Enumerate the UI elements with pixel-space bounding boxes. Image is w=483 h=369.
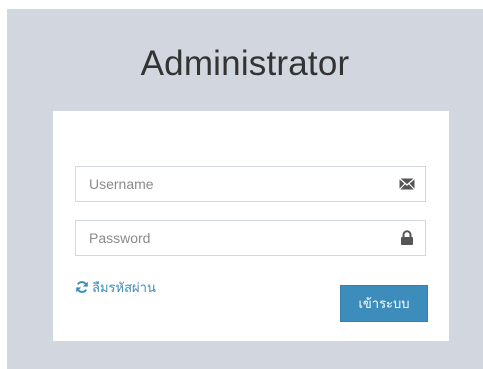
password-field[interactable]: [75, 220, 426, 256]
refresh-icon: [76, 281, 88, 293]
login-panel: Administrator Username ลืมรหัสผ่าน เข้าร…: [7, 9, 483, 369]
forgot-password-label: ลืมรหัสผ่าน: [92, 280, 156, 296]
username-input[interactable]: [76, 167, 399, 201]
password-input[interactable]: [76, 221, 399, 255]
login-card: ลืมรหัสผ่าน เข้าระบบ: [53, 111, 449, 341]
forgot-password-link[interactable]: ลืมรหัสผ่าน: [75, 278, 156, 296]
page: Administrator Username ลืมรหัสผ่าน เข้าร…: [0, 0, 483, 369]
login-button[interactable]: เข้าระบบ: [340, 285, 428, 322]
username-field[interactable]: [75, 166, 426, 202]
page-title: Administrator: [140, 44, 350, 83]
envelope-icon: [399, 178, 415, 190]
lock-icon: [401, 230, 413, 245]
